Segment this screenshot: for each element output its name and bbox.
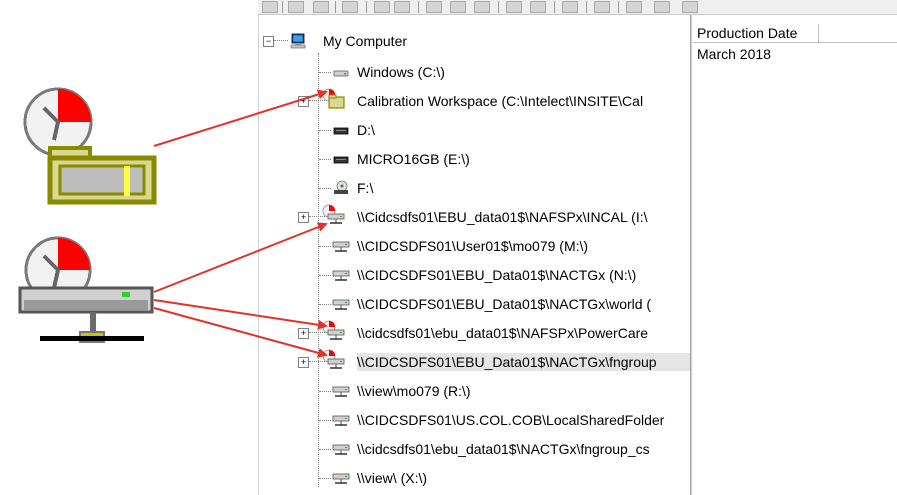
tree-item-label: \\view\ (X:\): [357, 470, 428, 486]
tree-item-label: \\cidcsdfs01\ebu_data01$\NAFSPx\PowerCar…: [357, 325, 649, 341]
offline-folder-icon-enlarged: [23, 87, 157, 205]
toolbar-button[interactable]: [654, 1, 670, 13]
tree-connector: [319, 391, 331, 392]
toolbar-button[interactable]: [394, 1, 410, 13]
tree-connector: [319, 246, 331, 247]
tree-item-label: \\CIDCSDFS01\EBU_Data01$\NACTGx\world (: [357, 296, 652, 312]
tree-connector: [319, 304, 331, 305]
toolbar-button[interactable]: [626, 1, 642, 13]
details-pane: Production Date March 2018: [693, 15, 897, 495]
tree-item-label: D:\: [357, 122, 375, 138]
tree-connector: [274, 40, 288, 41]
tree-item-calibration-workspace[interactable]: + Calibration Workspace (C:\Intelect\INS…: [259, 88, 691, 113]
removable-drive-icon: [333, 156, 349, 164]
tree-item-label: \\CIDCSDFS01\EBU_Data01$\NACTGx (N:\): [357, 267, 637, 283]
toolbar-button[interactable]: [313, 1, 329, 13]
toolbar-button[interactable]: [594, 1, 610, 13]
tree-item-label: MICRO16GB (E:\): [357, 151, 470, 167]
toolbar-button[interactable]: [450, 1, 466, 13]
tree-connector: [319, 275, 331, 276]
expand-toggle[interactable]: +: [298, 328, 309, 339]
column-header-filler: [819, 24, 897, 43]
tree-item-drive-c[interactable]: Windows (C:\): [259, 60, 691, 84]
computer-icon: [290, 33, 306, 49]
tree-item-network-powercare[interactable]: + \\cidcsdfs01\ebu_data01$\NAFSPx\PowerC…: [259, 320, 691, 345]
toolbar-separator: [335, 1, 336, 13]
tree-root-my-computer[interactable]: − My Computer: [259, 29, 691, 53]
tree-item-network-m[interactable]: \\CIDCSDFS01\User01$\mo079 (M:\): [259, 234, 691, 258]
network-drive-icon: [332, 386, 350, 397]
toolbar-button[interactable]: [288, 1, 304, 13]
tree-connector: [319, 449, 331, 450]
tree-connector: [319, 478, 331, 479]
toolbar-button[interactable]: [682, 1, 698, 13]
network-drive-icon: [332, 299, 350, 310]
optical-drive-icon: [333, 127, 349, 135]
network-drive-icon: [332, 473, 350, 484]
tree-item-network-n[interactable]: \\CIDCSDFS01\EBU_Data01$\NACTGx (N:\): [259, 263, 691, 287]
offline-network-drive-icon: [322, 320, 345, 340]
expand-toggle[interactable]: +: [298, 357, 309, 368]
toolbar-separator: [586, 1, 587, 13]
tree-item-label: \\cidcsdfs01\ebu_data01$\NACTGx\fngroup_…: [357, 441, 650, 457]
offline-network-drive-icon-enlarged: [18, 236, 154, 343]
folder-tree[interactable]: − My Computer Windows (C:\) + Calibratio…: [258, 15, 691, 495]
tree-item-label: \\CIDCSDFS01\US.COL.COB\LocalSharedFolde…: [357, 412, 665, 428]
toolbar-separator: [554, 1, 555, 13]
tree-item-network-x[interactable]: \\view\ (X:\): [259, 466, 691, 490]
production-date-value: March 2018: [697, 46, 771, 62]
tree-item-label: \\view\mo079 (R:\): [357, 383, 471, 399]
tree-connector: [319, 130, 331, 131]
tree-connector: [319, 420, 331, 421]
toolbar-separator: [418, 1, 419, 13]
toolbar-separator: [618, 1, 619, 13]
tree-item-label: Windows (C:\): [357, 64, 445, 80]
toolbar-separator: [498, 1, 499, 13]
tree-item-drive-f[interactable]: F:\: [259, 176, 691, 200]
tree-item-network-localshared[interactable]: \\CIDCSDFS01\US.COL.COB\LocalSharedFolde…: [259, 408, 691, 432]
cd-drive-icon: [334, 180, 348, 194]
offline-network-drive-icon: [322, 349, 345, 369]
tree-item-network-world[interactable]: \\CIDCSDFS01\EBU_Data01$\NACTGx\world (: [259, 292, 691, 316]
toolbar-button[interactable]: [562, 1, 578, 13]
tree-item-label: \\Cidcsdfs01\EBU_data01$\NAFSPx\INCAL (I…: [357, 209, 648, 225]
toolbar: [258, 0, 897, 15]
toolbar-button[interactable]: [474, 1, 490, 13]
network-drive-icon: [332, 241, 350, 252]
network-drive-icon: [332, 415, 350, 426]
toolbar-button[interactable]: [530, 1, 546, 13]
tree-item-drive-d[interactable]: D:\: [259, 118, 691, 142]
hard-drive-icon: [333, 70, 349, 77]
offline-network-drive-icon: [322, 204, 345, 224]
tree-item-network-r[interactable]: \\view\mo079 (R:\): [259, 379, 691, 403]
network-drive-icon: [332, 444, 350, 455]
tree-connector: [319, 159, 331, 160]
toolbar-button[interactable]: [374, 1, 390, 13]
tree-item-network-fngroup-cs[interactable]: \\cidcsdfs01\ebu_data01$\NACTGx\fngroup_…: [259, 437, 691, 461]
toolbar-button[interactable]: [506, 1, 522, 13]
tree-item-label: Calibration Workspace (C:\Intelect\INSIT…: [357, 93, 644, 109]
tree-item-drive-e[interactable]: MICRO16GB (E:\): [259, 147, 691, 171]
network-drive-icon: [332, 270, 350, 281]
toolbar-button[interactable]: [426, 1, 442, 13]
expand-toggle[interactable]: +: [298, 96, 309, 107]
tree-item-label: \\CIDCSDFS01\EBU_Data01$\NACTGx\fngroup: [357, 353, 691, 371]
expand-toggle[interactable]: +: [298, 212, 309, 223]
toolbar-separator: [366, 1, 367, 13]
column-header-production-date[interactable]: Production Date: [693, 24, 819, 43]
toolbar-button[interactable]: [342, 1, 358, 13]
tree-connector: [319, 188, 331, 189]
toolbar-separator: [282, 1, 283, 13]
tree-connector: [319, 72, 331, 73]
toolbar-button[interactable]: [262, 1, 278, 13]
tree-item-network-fngroup[interactable]: + \\CIDCSDFS01\EBU_Data01$\NACTGx\fngrou…: [259, 349, 691, 374]
offline-shared-folder-icon: [322, 88, 345, 109]
tree-root-label: My Computer: [323, 33, 408, 49]
collapse-toggle[interactable]: −: [263, 36, 274, 47]
tree-item-label: \\CIDCSDFS01\User01$\mo079 (M:\): [357, 238, 589, 254]
tree-item-label: F:\: [357, 180, 374, 196]
tree-item-network-i[interactable]: + \\Cidcsdfs01\EBU_data01$\NAFSPx\INCAL …: [259, 204, 691, 229]
